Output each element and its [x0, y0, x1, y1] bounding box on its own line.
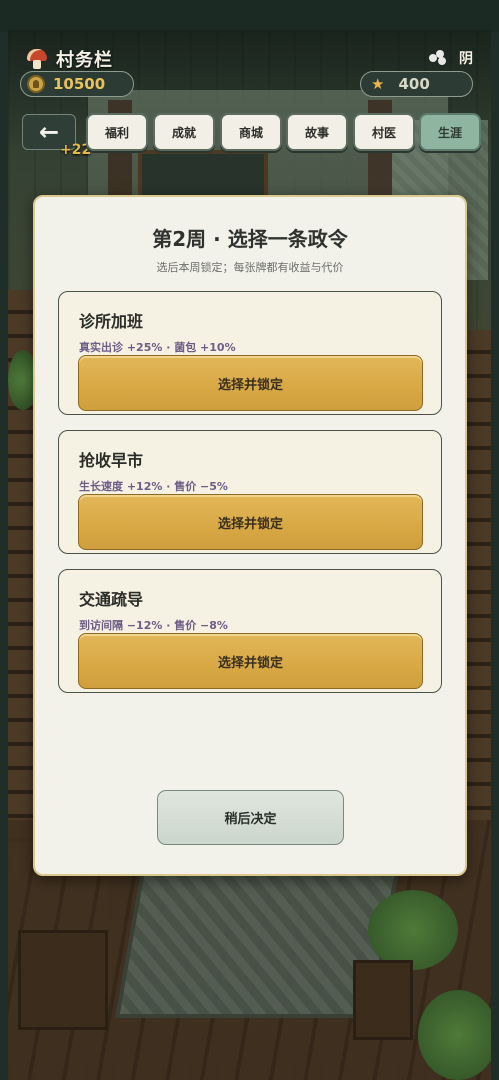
tab-career[interactable]: 生涯: [419, 113, 481, 151]
coin-amount: 10500: [53, 75, 106, 93]
tab-achievements[interactable]: 成就: [153, 113, 215, 151]
star-counter: ★ 400: [360, 71, 473, 97]
policy-card-effect: 到访间隔 −12% · 售价 −8%: [79, 619, 228, 632]
modal-title: 第2周 · 选择一条政令: [152, 227, 348, 251]
policy-card-effect: 真实出诊 +25% · 菌包 +10%: [79, 341, 236, 354]
weather-label: 阴: [459, 51, 473, 67]
star-amount: 400: [398, 75, 430, 93]
scene-crate: [18, 930, 108, 1030]
star-icon: ★: [371, 74, 385, 93]
decide-later-button[interactable]: 稍后决定: [157, 790, 344, 845]
scene-crate: [353, 960, 413, 1040]
policy-card-name: 诊所加班: [79, 312, 144, 331]
select-lock-button[interactable]: 选择并锁定: [78, 633, 423, 689]
policy-card-name: 抢收早市: [79, 451, 144, 470]
policy-card: 交通疏导 到访间隔 −12% · 售价 −8% 选择并锁定: [58, 569, 442, 693]
weather-indicator: 阴: [429, 48, 473, 68]
coin-counter: 10500: [20, 71, 134, 97]
select-lock-button[interactable]: 选择并锁定: [78, 355, 423, 411]
tab-shop[interactable]: 商城: [220, 113, 282, 151]
mushroom-icon: [26, 48, 48, 70]
hud-title-text: 村务栏: [56, 50, 113, 71]
scene-plant: [418, 990, 491, 1080]
hud-title: 村务栏: [26, 46, 113, 72]
policy-card: 抢收早市 生长速度 +12% · 售价 −5% 选择并锁定: [58, 430, 442, 554]
tab-welfare[interactable]: 福利: [86, 113, 148, 151]
select-lock-button[interactable]: 选择并锁定: [78, 494, 423, 550]
coin-icon: [27, 75, 45, 93]
scene-shelf: [463, 330, 491, 830]
policy-card: 诊所加班 真实出诊 +25% · 菌包 +10% 选择并锁定: [58, 291, 442, 415]
wind-icon: [429, 50, 447, 66]
tab-story[interactable]: 故事: [286, 113, 348, 151]
scene-plant: [368, 890, 458, 970]
tab-village-doctor[interactable]: 村医: [353, 113, 415, 151]
policy-card-effect: 生长速度 +12% · 售价 −5%: [79, 480, 228, 493]
top-strip: [0, 0, 499, 32]
modal-subtitle: 选后本周锁定；每张牌都有收益与代价: [156, 261, 344, 274]
policy-card-name: 交通疏导: [79, 590, 144, 609]
policy-modal: 第2周 · 选择一条政令 选后本周锁定；每张牌都有收益与代价 诊所加班 真实出诊…: [33, 195, 467, 876]
